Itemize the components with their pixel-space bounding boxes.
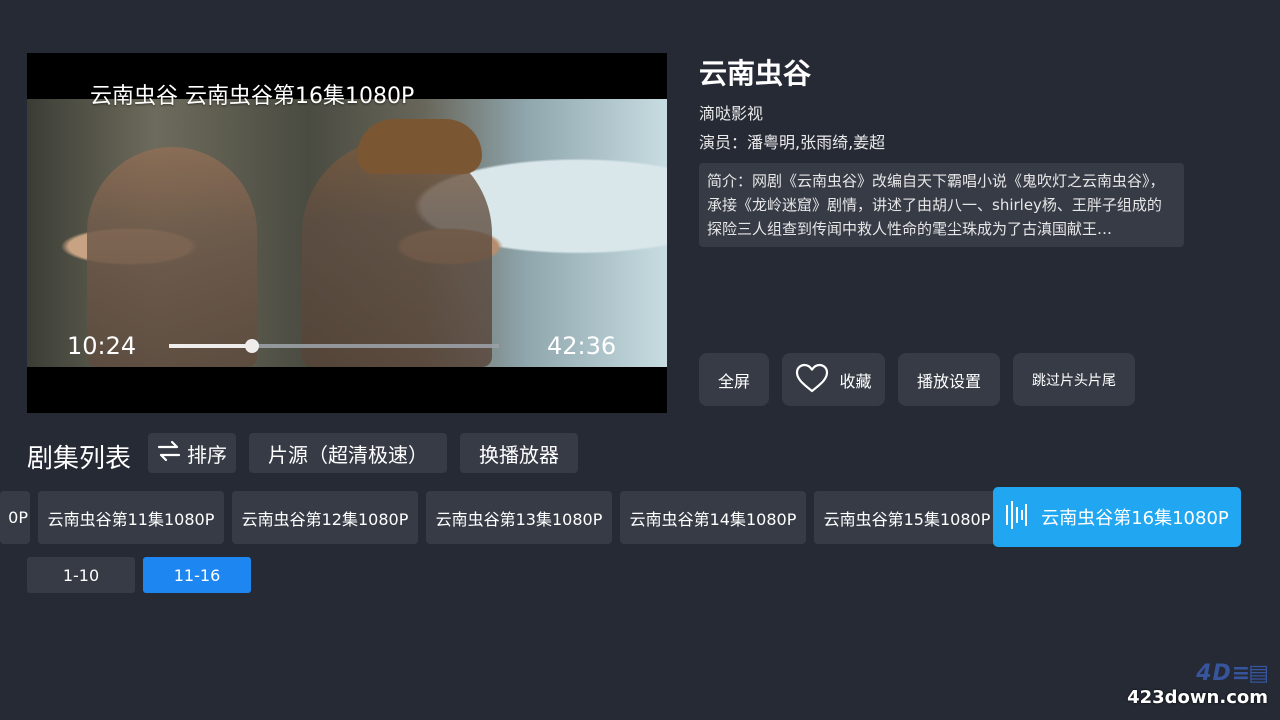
episode-label: 0P [8,508,28,527]
favorite-label: 收藏 [839,371,872,391]
heart-icon [795,363,829,397]
progress-knob[interactable] [244,339,259,353]
episode-label: 云南虫谷第11集1080P [47,509,215,529]
episode-item-16-active[interactable]: 云南虫谷第16集1080P [993,487,1241,547]
skip-intro-outro-button[interactable]: 跳过片头片尾 [1013,353,1135,406]
episode-item-15[interactable]: 云南虫谷第15集1080P [814,491,1000,544]
progress-fill [169,344,252,348]
swap-icon [157,440,181,467]
episode-label: 云南虫谷第12集1080P [241,509,409,529]
playback-settings-button[interactable]: 播放设置 [898,353,1000,406]
fullscreen-button[interactable]: 全屏 [699,353,769,406]
episode-item-partial[interactable]: 0P [0,491,30,544]
video-figure-hat [357,119,482,174]
playback-settings-label: 播放设置 [916,371,981,391]
episode-item-12[interactable]: 云南虫谷第12集1080P [232,491,418,544]
switch-player-button[interactable]: 换播放器 [460,433,578,473]
watermark-text: 423down.com [1127,687,1268,708]
episode-label: 云南虫谷第14集1080P [629,509,797,529]
source-selector[interactable]: 片源（超清极速） [249,433,447,473]
time-total: 42:36 [547,332,617,360]
synopsis: 简介：网剧《云南虫谷》改编自天下霸唱小说《鬼吹灯之云南虫谷》，承接《龙岭迷窟》剧… [699,163,1184,247]
cast-label: 演员：潘粤明,张雨绮,姜超 [699,133,886,152]
page-tab-label: 11-16 [173,565,221,585]
studio-label: 滴哒影视 [699,104,764,123]
episode-item-11[interactable]: 云南虫谷第11集1080P [38,491,224,544]
playing-bars-icon [1005,500,1028,534]
page-tab-label: 1-10 [62,565,100,585]
video-player[interactable]: 云南虫谷 云南虫谷第16集1080P 10:24 42:36 [27,53,667,413]
episode-label: 云南虫谷第15集1080P [823,509,991,529]
switch-player-label: 换播放器 [479,442,559,467]
skip-intro-outro-label: 跳过片头片尾 [1032,372,1116,389]
fullscreen-label: 全屏 [717,371,750,391]
episode-item-14[interactable]: 云南虫谷第14集1080P [620,491,806,544]
page-tab-11-16[interactable]: 11-16 [143,557,251,593]
episode-label: 云南虫谷第16集1080P [1041,508,1229,529]
show-title: 云南虫谷 [699,57,812,90]
time-current: 10:24 [67,332,137,360]
episode-list-heading: 剧集列表 [27,444,132,474]
episode-item-13[interactable]: 云南虫谷第13集1080P [426,491,612,544]
page-tab-1-10[interactable]: 1-10 [27,557,135,593]
episode-label: 云南虫谷第13集1080P [435,509,603,529]
video-overlay-title: 云南虫谷 云南虫谷第16集1080P [90,84,415,109]
watermark-logo: 4D≡▤ [1196,661,1270,686]
favorite-button[interactable]: 收藏 [782,353,885,406]
video-frame[interactable] [27,99,667,367]
sort-button[interactable]: 排序 [148,433,236,473]
sort-label: 排序 [187,442,227,467]
source-label: 片源（超清极速） [268,442,428,467]
progress-bar[interactable] [169,339,499,353]
